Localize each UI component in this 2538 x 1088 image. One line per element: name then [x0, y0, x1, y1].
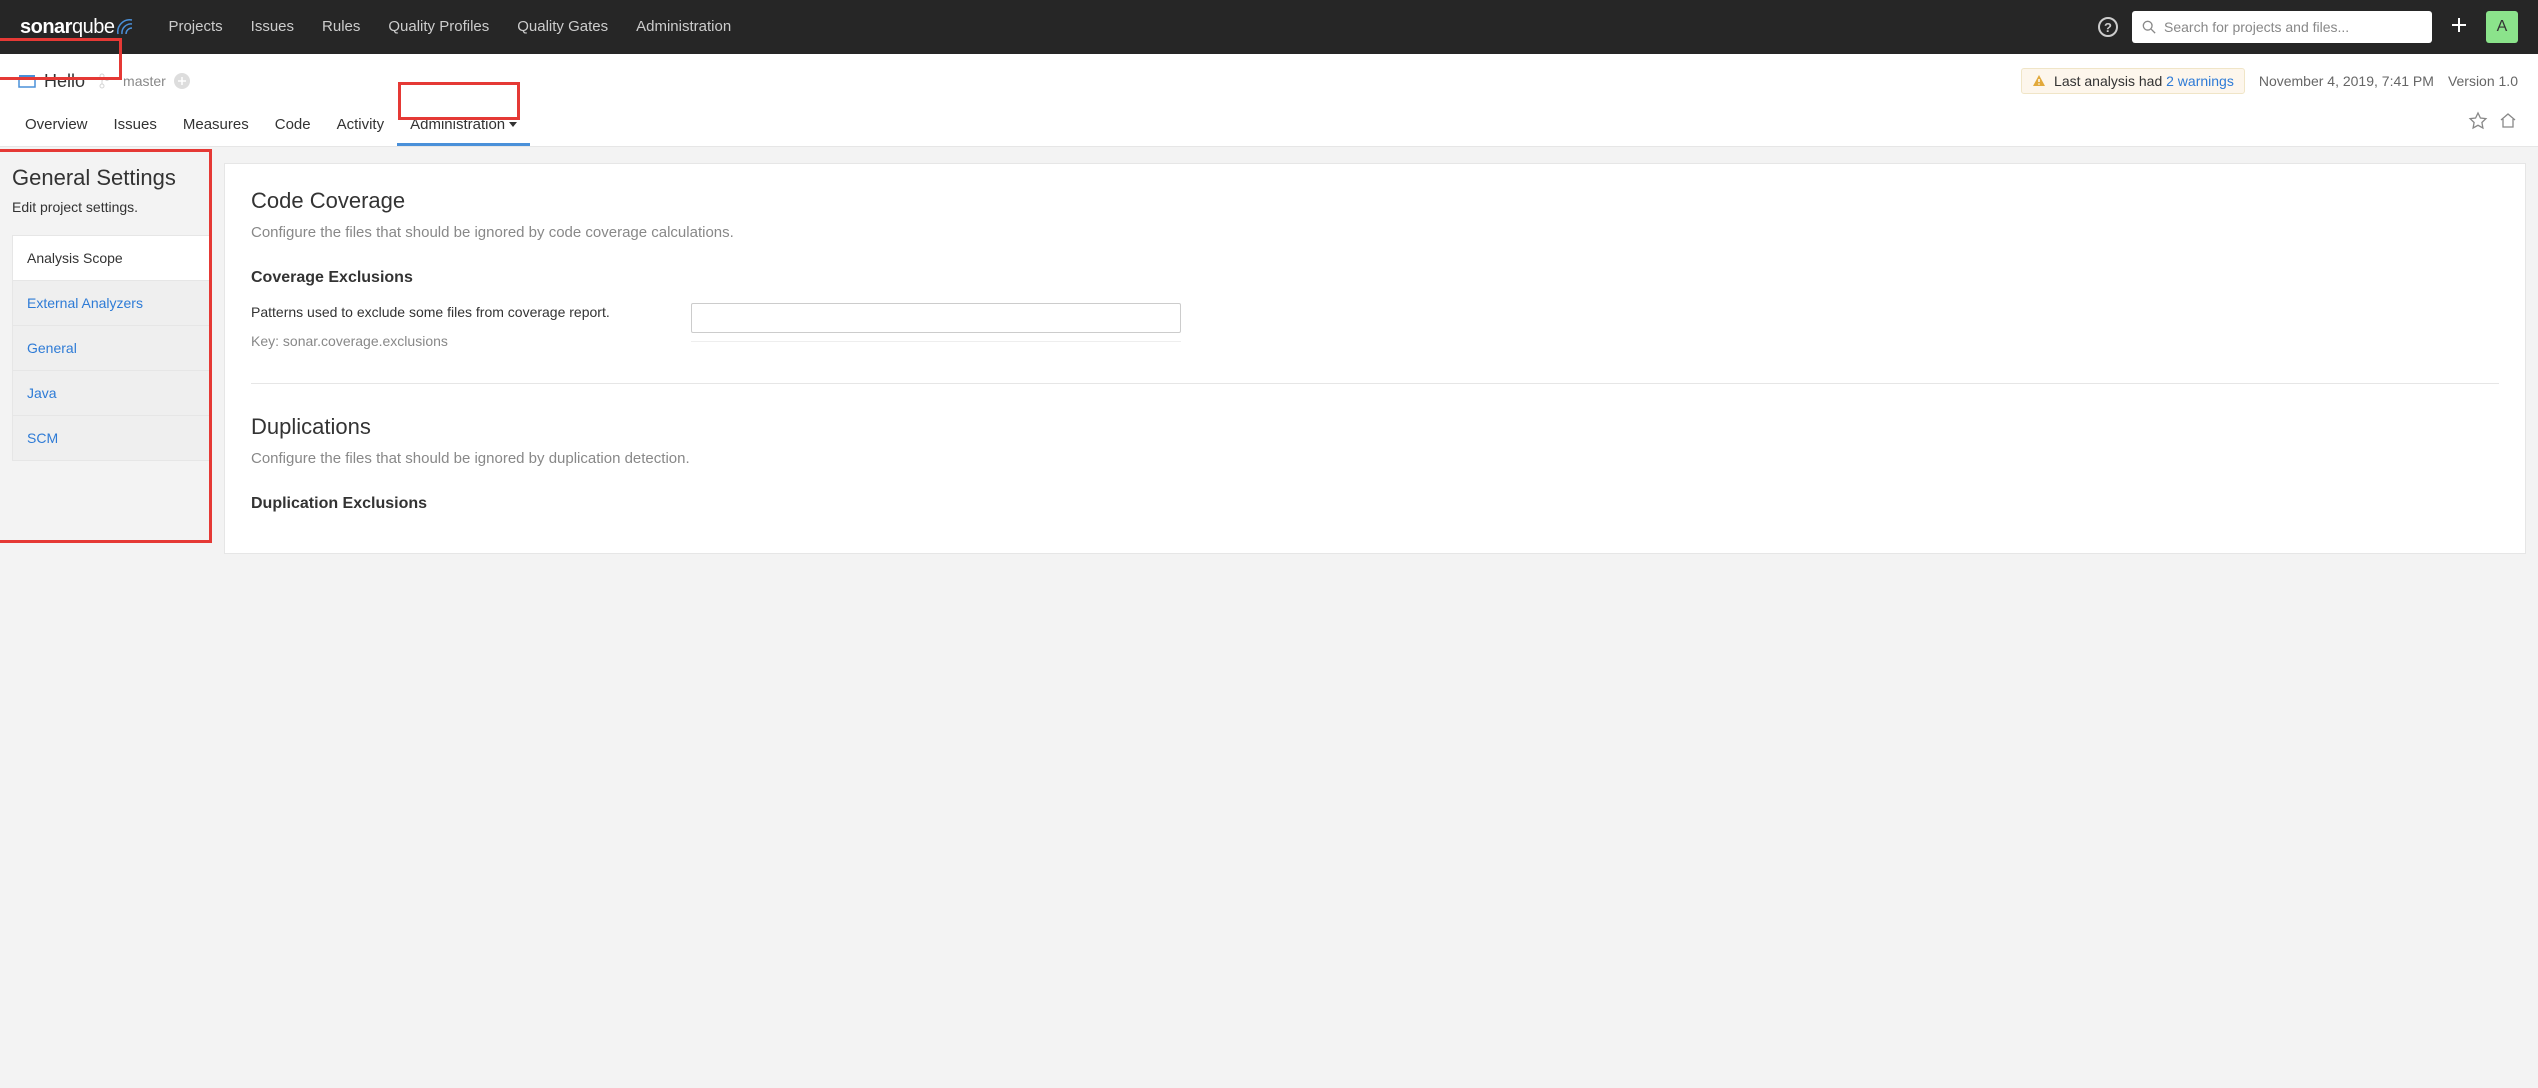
global-nav-right: ? A [2098, 11, 2518, 43]
global-nav: sonarqube Projects Issues Rules Quality … [0, 0, 2538, 54]
project-icon [18, 74, 36, 88]
global-search [2132, 11, 2432, 43]
project-header-row: Hello master Last analysis had 2 warning… [12, 68, 2518, 94]
sidebar-list: Analysis Scope External Analyzers Genera… [12, 235, 212, 461]
analysis-warning[interactable]: Last analysis had 2 warnings [2021, 68, 2245, 94]
section-code-coverage: Code Coverage Configure the files that s… [251, 188, 2499, 384]
tab-administration[interactable]: Administration [397, 106, 530, 146]
section-description: Configure the files that should be ignor… [251, 450, 2499, 467]
project-header: Hello master Last analysis had 2 warning… [0, 54, 2538, 147]
subsection-title: Coverage Exclusions [251, 269, 2499, 287]
subsection-title: Duplication Exclusions [251, 495, 2499, 513]
nav-rules[interactable]: Rules [308, 0, 374, 54]
sidebar-item-scm[interactable]: SCM [13, 416, 211, 460]
settings-sidebar: General Settings Edit project settings. … [12, 163, 212, 461]
project-name: Hello [44, 71, 85, 92]
settings-main: Code Coverage Configure the files that s… [224, 163, 2526, 554]
coverage-exclusions-input[interactable] [691, 303, 1181, 333]
nav-administration[interactable]: Administration [622, 0, 745, 54]
field-coverage-exclusions: Patterns used to exclude some files from… [251, 303, 2499, 349]
project-tab-actions [2468, 111, 2518, 141]
sidebar-item-general[interactable]: General [13, 326, 211, 371]
star-icon[interactable] [2468, 111, 2488, 131]
section-title: Duplications [251, 414, 2499, 440]
sidebar-item-external-analyzers[interactable]: External Analyzers [13, 281, 211, 326]
field-description: Patterns used to exclude some files from… [251, 303, 631, 323]
tab-issues[interactable]: Issues [101, 106, 170, 146]
logo-text: sonarqube [20, 16, 114, 39]
home-icon[interactable] [2498, 111, 2518, 131]
plus-icon [2450, 16, 2468, 34]
tab-code[interactable]: Code [262, 106, 324, 146]
field-divider [691, 341, 1181, 342]
nav-issues[interactable]: Issues [237, 0, 308, 54]
warning-text: Last analysis had 2 warnings [2054, 73, 2234, 89]
section-description: Configure the files that should be ignor… [251, 224, 2499, 241]
field-description-wrap: Patterns used to exclude some files from… [251, 303, 631, 349]
project-meta: Last analysis had 2 warnings November 4,… [2021, 68, 2518, 94]
search-icon [2142, 20, 2156, 34]
nav-projects[interactable]: Projects [154, 0, 236, 54]
section-title: Code Coverage [251, 188, 2499, 214]
branch-name: master [123, 73, 166, 89]
field-input-wrap [691, 303, 1181, 342]
warning-link[interactable]: 2 warnings [2166, 73, 2234, 89]
add-branch-button[interactable] [174, 73, 190, 89]
global-nav-items: Projects Issues Rules Quality Profiles Q… [154, 0, 745, 54]
field-key: Key: sonar.coverage.exclusions [251, 333, 631, 349]
sidebar-title: General Settings [12, 165, 212, 191]
sidebar-item-java[interactable]: Java [13, 371, 211, 416]
tab-overview[interactable]: Overview [12, 106, 101, 146]
search-input[interactable] [2132, 11, 2432, 43]
project-version: Version 1.0 [2448, 73, 2518, 89]
tab-activity[interactable]: Activity [324, 106, 398, 146]
analysis-timestamp: November 4, 2019, 7:41 PM [2259, 73, 2434, 89]
user-avatar[interactable]: A [2486, 11, 2518, 43]
warning-icon [2032, 74, 2046, 88]
sidebar-subtitle: Edit project settings. [12, 199, 212, 215]
branch-icon [99, 73, 109, 89]
tab-measures[interactable]: Measures [170, 106, 262, 146]
create-button[interactable] [2446, 14, 2472, 40]
help-icon[interactable]: ? [2098, 17, 2118, 37]
nav-quality-profiles[interactable]: Quality Profiles [374, 0, 503, 54]
page-content: General Settings Edit project settings. … [0, 147, 2538, 570]
plus-small-icon [178, 77, 186, 85]
nav-quality-gates[interactable]: Quality Gates [503, 0, 622, 54]
project-badge[interactable]: Hello [12, 69, 115, 94]
chevron-down-icon [509, 122, 517, 127]
project-tabs: Overview Issues Measures Code Activity A… [12, 106, 2518, 146]
logo-arc-icon [116, 18, 134, 36]
logo[interactable]: sonarqube [10, 16, 144, 39]
sidebar-item-analysis-scope[interactable]: Analysis Scope [13, 236, 211, 281]
section-duplications: Duplications Configure the files that sh… [251, 414, 2499, 513]
